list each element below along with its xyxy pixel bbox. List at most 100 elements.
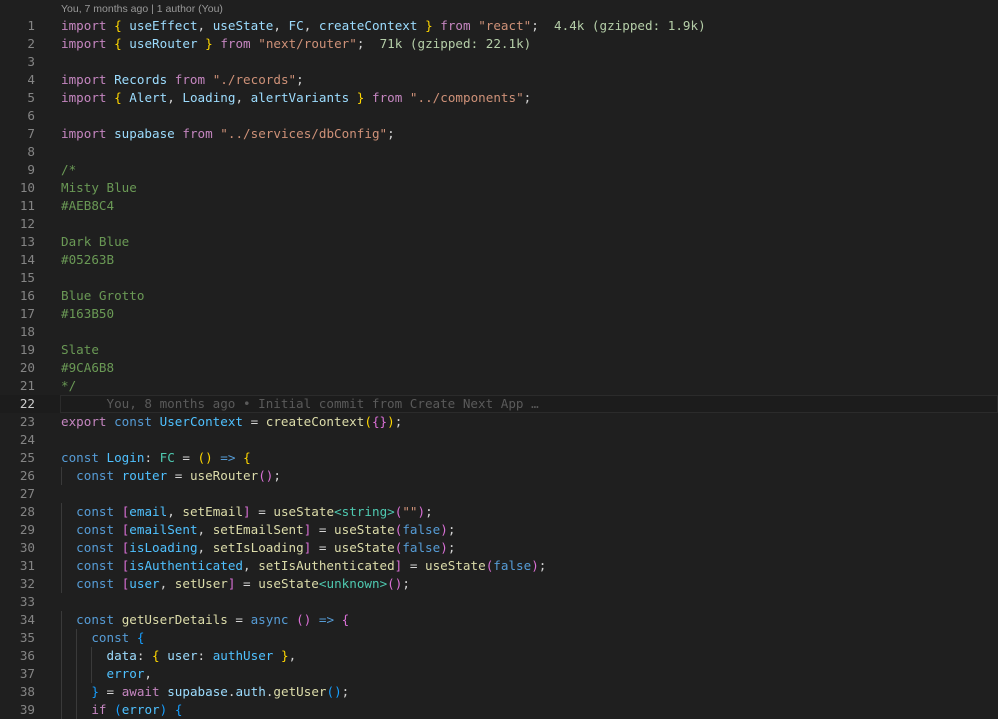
code-line[interactable]: 2 import { useRouter } from "next/router"…: [0, 35, 998, 53]
code-token: ]: [243, 504, 251, 519]
line-number: 14: [19, 252, 35, 267]
code-token: async: [250, 612, 289, 627]
code-line[interactable]: 18: [0, 323, 998, 341]
code-line[interactable]: 17 #163B50: [0, 305, 998, 323]
code-line[interactable]: 12: [0, 215, 998, 233]
code-token: ;: [523, 90, 532, 105]
codelens-blame-info[interactable]: You, 7 months ago | 1 author (You): [61, 1, 223, 17]
code-line[interactable]: 7 import supabase from "../services/dbCon…: [0, 125, 998, 143]
code-text: if (error) {: [61, 701, 182, 719]
code-line[interactable]: 21 */: [0, 377, 998, 395]
code-token: (): [197, 450, 213, 465]
code-token: from: [371, 90, 403, 105]
line-number: 39: [19, 702, 35, 717]
code-line[interactable]: 39 if (error) {: [0, 701, 998, 719]
code-line[interactable]: 3: [0, 53, 998, 71]
code-token: createContext: [265, 414, 365, 429]
code-token: from: [440, 18, 471, 33]
code-editor[interactable]: 1 import { useEffect, useState, FC, creat…: [0, 17, 998, 719]
code-token: ;: [538, 558, 547, 573]
code-token: setEmail: [182, 504, 244, 519]
code-line[interactable]: 1 import { useEffect, useState, FC, creat…: [0, 17, 998, 35]
code-line[interactable]: 5 import { Alert, Loading, alertVariants …: [0, 89, 998, 107]
import-cost-hint: 71k (gzipped: 22.1k): [364, 36, 532, 51]
line-number: 7: [27, 126, 35, 141]
code-token: import: [61, 72, 107, 87]
code-token: string: [341, 504, 388, 519]
code-token: from: [220, 36, 251, 51]
code-token: setIsLoading: [212, 540, 304, 555]
code-text: const [isAuthenticated, setIsAuthenticat…: [61, 557, 546, 575]
code-line[interactable]: 15: [0, 269, 998, 287]
line-number: 34: [19, 612, 35, 627]
code-line[interactable]: 16 Blue Grotto: [0, 287, 998, 305]
code-line[interactable]: 22 You, 8 months ago • Initial commit fr…: [0, 395, 998, 413]
code-line[interactable]: 34 const getUserDetails = async () => {: [0, 611, 998, 629]
code-line[interactable]: 9 /*: [0, 161, 998, 179]
code-token: ;: [394, 414, 403, 429]
code-line[interactable]: 13 Dark Blue: [0, 233, 998, 251]
code-token: error: [106, 666, 145, 681]
code-line[interactable]: 6: [0, 107, 998, 125]
code-token: FC: [159, 450, 175, 465]
code-line[interactable]: 14 #05263B: [0, 251, 998, 269]
code-token: ): [531, 558, 539, 573]
code-line[interactable]: 37 error,: [0, 665, 998, 683]
code-token: {: [152, 648, 160, 663]
code-token: setIsAuthenticated: [258, 558, 395, 573]
code-line[interactable]: 32 const [user, setUser] = useState<unkn…: [0, 575, 998, 593]
code-token: import: [61, 36, 107, 51]
code-line[interactable]: 8: [0, 143, 998, 161]
code-line[interactable]: 30 const [isLoading, setIsLoading] = use…: [0, 539, 998, 557]
code-line[interactable]: 20 #9CA6B8: [0, 359, 998, 377]
code-line[interactable]: 31 const [isAuthenticated, setIsAuthenti…: [0, 557, 998, 575]
code-line[interactable]: 38 } = await supabase.auth.getUser();: [0, 683, 998, 701]
code-token: Login: [106, 450, 145, 465]
code-token: email: [129, 504, 168, 519]
code-line[interactable]: 27: [0, 485, 998, 503]
line-number: 28: [19, 504, 35, 519]
code-line[interactable]: 26 const router = useRouter();: [0, 467, 998, 485]
code-line[interactable]: 28 const [email, setEmail] = useState<st…: [0, 503, 998, 521]
code-token: #9CA6B8: [61, 360, 115, 375]
code-token: (): [387, 576, 403, 591]
code-line[interactable]: 11 #AEB8C4: [0, 197, 998, 215]
code-text: import { useRouter } from "next/router";…: [61, 35, 531, 53]
code-token: Dark Blue: [61, 234, 130, 249]
code-line[interactable]: 19 Slate: [0, 341, 998, 359]
code-token: from: [182, 126, 213, 141]
line-number: 17: [19, 306, 35, 321]
code-line[interactable]: 36 data: { user: authUser },: [0, 647, 998, 665]
code-token: ,: [167, 504, 183, 519]
code-token: (): [258, 468, 274, 483]
code-line[interactable]: 29 const [emailSent, setEmailSent] = use…: [0, 521, 998, 539]
code-token: ,: [159, 576, 175, 591]
code-text: const [email, setEmail] = useState<strin…: [61, 503, 433, 521]
code-line[interactable]: 25 const Login: FC = () => {: [0, 449, 998, 467]
code-text: const router = useRouter();: [61, 467, 281, 485]
code-line[interactable]: 10 Misty Blue: [0, 179, 998, 197]
code-token: createContext: [318, 18, 418, 33]
code-line[interactable]: 35 const {: [0, 629, 998, 647]
code-token: useState: [258, 576, 319, 591]
line-number: 29: [19, 522, 35, 537]
code-line[interactable]: 4 import Records from "./records";: [0, 71, 998, 89]
code-line[interactable]: 23 export const UserContext = createConte…: [0, 413, 998, 431]
code-token: Records: [114, 72, 168, 87]
code-token: const: [76, 540, 115, 555]
code-line[interactable]: 24: [0, 431, 998, 449]
code-line[interactable]: 33: [0, 593, 998, 611]
line-number: 3: [27, 54, 35, 69]
